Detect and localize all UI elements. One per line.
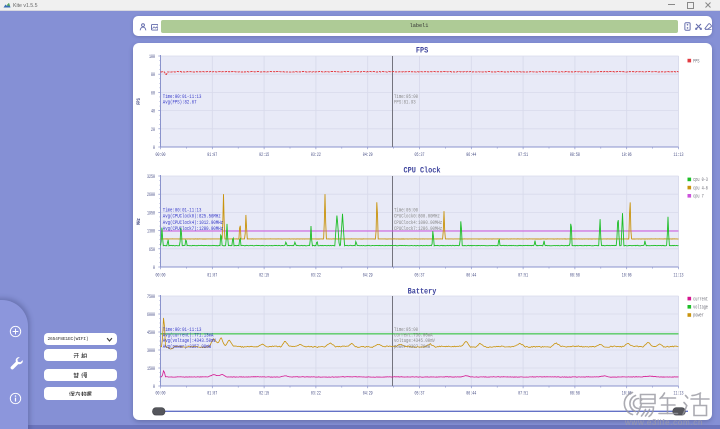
svg-text:03:22: 03:22 [311,273,321,279]
svg-text:07:51: 07:51 [518,391,528,397]
svg-text:06:44: 06:44 [466,153,476,159]
svg-text:1500: 1500 [147,366,155,372]
svg-text:4500: 4500 [147,330,155,336]
svg-text:CPUClock7:1286.00MHz: CPUClock7:1286.00MHz [394,226,442,233]
svg-text:02:15: 02:15 [259,273,269,279]
svg-text:Avg(CPUClock4):1012.90MHz: Avg(CPUClock4):1012.90MHz [163,219,223,226]
svg-text:04:29: 04:29 [363,391,373,397]
svg-text:08:58: 08:58 [570,273,580,279]
svg-text:3000: 3000 [147,348,155,354]
svg-text:05:37: 05:37 [415,273,425,279]
svg-text:CPU Clock: CPU Clock [403,167,440,176]
svg-text:6000: 6000 [147,312,155,318]
svg-text:02:15: 02:15 [259,391,269,397]
svg-text:cpu 4-6: cpu 4-6 [693,185,708,192]
svg-text:2600: 2600 [147,193,155,199]
svg-text:01:07: 01:07 [207,273,217,279]
svg-text:power: power [693,312,704,319]
svg-text:02:15: 02:15 [259,153,269,159]
svg-text:00:00: 00:00 [156,153,166,159]
svg-text:Time:00:01-11:13: Time:00:01-11:13 [163,93,202,100]
svg-text:Avg(CPUClock0):825.56MHz: Avg(CPUClock0):825.56MHz [163,213,221,220]
svg-text:11:13: 11:13 [674,273,684,279]
svg-text:Avg(FPS):82.67: Avg(FPS):82.67 [163,99,197,106]
svg-text:60: 60 [151,91,155,97]
svg-text:Time:00:01-11:13: Time:00:01-11:13 [163,207,202,214]
svg-text:Time:05:00: Time:05:00 [394,93,418,100]
svg-text:FPS: FPS [693,58,700,65]
svg-text:650: 650 [149,247,155,253]
svg-text:07:51: 07:51 [518,153,528,159]
svg-text:08:58: 08:58 [570,153,580,159]
svg-text:CPUClock4:1000.00MHz: CPUClock4:1000.00MHz [394,219,442,226]
svg-text:current: current [693,296,708,303]
svg-text:100: 100 [149,54,155,60]
svg-text:05:37: 05:37 [415,153,425,159]
svg-text:05:37: 05:37 [415,391,425,397]
svg-text:00:00: 00:00 [156,273,166,279]
svg-text:Avg(power):3357.98mW: Avg(power):3357.98mW [163,343,211,350]
svg-text:03:22: 03:22 [311,153,321,159]
svg-text:FPS:81.93: FPS:81.93 [394,99,416,106]
svg-text:0: 0 [153,384,155,390]
svg-text:06:44: 06:44 [466,273,476,279]
svg-text:07:51: 07:51 [518,273,528,279]
svg-text:Battery: Battery [408,288,437,297]
svg-text:08:58: 08:58 [570,391,580,397]
svg-text:03:22: 03:22 [311,391,321,397]
svg-text:40: 40 [151,109,155,115]
svg-text:3250: 3250 [147,174,155,180]
svg-text:04:29: 04:29 [363,153,373,159]
svg-text:voltage: voltage [693,304,708,311]
svg-text:CPUClock0:800.00MHz: CPUClock0:800.00MHz [394,213,440,220]
svg-text:80: 80 [151,73,155,79]
svg-text:01:07: 01:07 [207,153,217,159]
svg-text:FPS: FPS [416,47,429,56]
svg-text:20: 20 [151,127,155,133]
svg-text:7500: 7500 [147,294,155,300]
svg-text:Time:05:00: Time:05:00 [394,207,418,214]
svg-text:04:29: 04:29 [363,273,373,279]
svg-text:01:07: 01:07 [207,391,217,397]
svg-text:10:06: 10:06 [622,273,632,279]
svg-text:11:13: 11:13 [674,153,684,159]
svg-text:0: 0 [153,145,155,151]
svg-text:00:00: 00:00 [156,391,166,397]
svg-text:cpu 7: cpu 7 [693,193,704,200]
svg-text:cpu 0-3: cpu 0-3 [693,176,708,183]
svg-text:FPS: FPS [135,98,142,105]
svg-text:Avg(CPUClock7):1280.00MHz: Avg(CPUClock7):1280.00MHz [163,226,223,233]
svg-text:1300: 1300 [147,229,155,235]
svg-text:10:06: 10:06 [622,153,632,159]
svg-text:MHz: MHz [135,218,142,225]
svg-text:power:3307.76mW: power:3307.76mW [394,343,430,350]
svg-text:1950: 1950 [147,211,155,217]
svg-text:06:44: 06:44 [466,391,476,397]
svg-text:0: 0 [153,265,155,271]
